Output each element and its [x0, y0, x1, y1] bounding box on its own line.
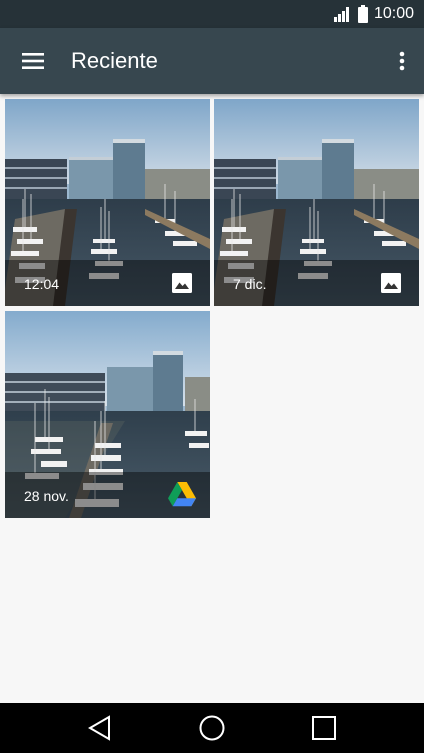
navigation-bar: [0, 703, 424, 753]
page-title: Reciente: [71, 48, 158, 73]
recents-icon: [312, 716, 336, 740]
battery-icon: [357, 5, 368, 23]
google-drive-icon: [168, 482, 196, 507]
status-icons: 10:00: [333, 4, 414, 24]
image-icon: [172, 273, 192, 293]
image-icon: [381, 273, 401, 293]
status-bar: 10:00: [0, 0, 424, 28]
app-bar: Reciente: [0, 28, 424, 94]
more-options-button[interactable]: [388, 42, 416, 80]
status-time: 10:00: [373, 5, 414, 22]
recents-button[interactable]: [304, 711, 344, 745]
photo-date-label: 12:04: [24, 276, 60, 292]
photo-date-label: 7 dic.: [233, 276, 267, 292]
photo-tile[interactable]: 12:04: [5, 99, 210, 306]
more-vert-icon: [399, 51, 405, 71]
home-button[interactable]: [192, 711, 232, 745]
photo-date-label: 28 nov.: [24, 488, 69, 504]
menu-button[interactable]: [14, 42, 52, 80]
signal-icon: [333, 7, 349, 22]
photo-tile[interactable]: 28 nov.: [5, 311, 210, 518]
photo-tile[interactable]: 7 dic.: [214, 99, 419, 306]
home-icon: [199, 715, 225, 741]
back-icon: [88, 715, 110, 741]
menu-icon: [22, 53, 44, 69]
back-button[interactable]: [80, 711, 120, 745]
